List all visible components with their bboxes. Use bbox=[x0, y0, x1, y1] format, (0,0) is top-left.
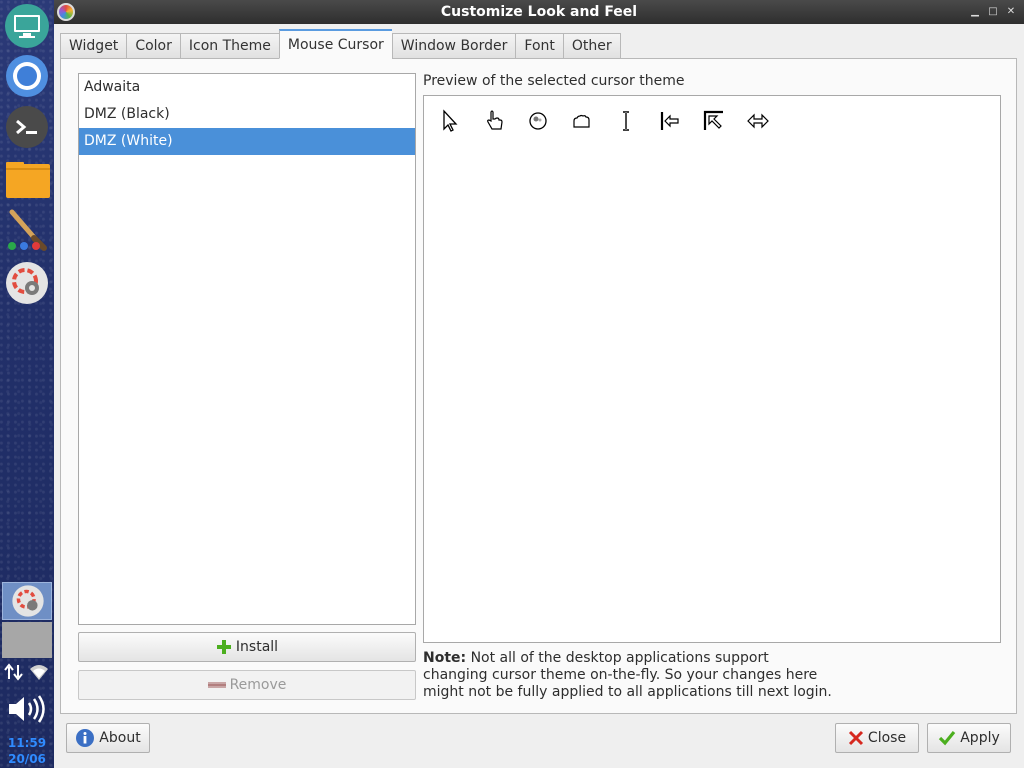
cursor-theme-list[interactable]: Adwaita DMZ (Black) DMZ (White) bbox=[78, 73, 416, 625]
list-item[interactable]: DMZ (Black) bbox=[79, 101, 415, 128]
terminal-icon[interactable] bbox=[3, 103, 51, 151]
chromium-icon[interactable] bbox=[3, 52, 51, 100]
list-item-selected[interactable]: DMZ (White) bbox=[79, 128, 415, 155]
hand-cursor-icon bbox=[487, 110, 503, 130]
cursor-preview-row bbox=[438, 108, 770, 134]
window-controls: ▁ □ ✕ bbox=[968, 4, 1018, 20]
grab-cursor-icon bbox=[573, 114, 590, 128]
appearance-settings-icon[interactable] bbox=[3, 259, 51, 307]
close-window-icon[interactable]: ✕ bbox=[1004, 4, 1018, 20]
note-line-2: changing cursor theme on-the-fly. So you… bbox=[423, 667, 818, 683]
network-arrows-icon[interactable] bbox=[2, 658, 26, 686]
tab-bar: Widget Color Icon Theme Mouse Cursor Win… bbox=[60, 29, 621, 59]
list-item[interactable]: Adwaita bbox=[79, 74, 415, 101]
tab-color[interactable]: Color bbox=[126, 33, 180, 59]
apply-label: Apply bbox=[960, 730, 1000, 746]
about-label: About bbox=[99, 730, 141, 746]
note-line-1: Not all of the desktop applications supp… bbox=[466, 650, 769, 666]
close-label: Close bbox=[867, 730, 907, 746]
about-button[interactable]: About bbox=[66, 723, 150, 753]
app-icon[interactable] bbox=[57, 3, 75, 21]
watch-cursor-icon bbox=[529, 112, 547, 130]
wifi-icon[interactable] bbox=[26, 658, 52, 686]
note-bold: Note: bbox=[423, 650, 467, 666]
window-title: Customize Look and Feel bbox=[440, 4, 638, 20]
info-icon bbox=[76, 729, 95, 747]
dock-panel: 11:59 20/06 bbox=[0, 0, 54, 768]
desktop-icon[interactable] bbox=[3, 2, 51, 50]
tab-mouse-cursor[interactable]: Mouse Cursor bbox=[278, 29, 392, 59]
apply-button[interactable]: Apply bbox=[927, 723, 1011, 753]
text-cursor-icon bbox=[623, 111, 629, 131]
remove-label: Remove bbox=[229, 677, 287, 693]
arrow-cursor-icon bbox=[443, 109, 458, 132]
task-placeholder[interactable] bbox=[2, 622, 52, 658]
note-line-3: might not be fully applied to all applic… bbox=[423, 684, 832, 700]
note-text: Note: Not all of the desktop application… bbox=[423, 650, 843, 701]
cursor-preview bbox=[423, 95, 1001, 643]
clock-date[interactable]: 20/06 bbox=[0, 752, 54, 766]
install-label: Install bbox=[235, 639, 279, 655]
tab-font[interactable]: Font bbox=[515, 33, 563, 59]
volume-icon[interactable] bbox=[3, 690, 51, 728]
customize-window: Customize Look and Feel ▁ □ ✕ Widget Col… bbox=[54, 0, 1024, 768]
tab-other[interactable]: Other bbox=[562, 33, 621, 59]
left-side-cursor-icon bbox=[660, 112, 679, 130]
close-x-icon bbox=[848, 730, 863, 746]
title-bar[interactable]: Customize Look and Feel ▁ □ ✕ bbox=[54, 0, 1024, 24]
tab-content: Adwaita DMZ (Black) DMZ (White) Install … bbox=[60, 58, 1017, 714]
remove-button[interactable]: Remove bbox=[78, 670, 416, 700]
minimize-icon[interactable]: ▁ bbox=[968, 4, 982, 20]
plus-icon bbox=[216, 640, 231, 654]
maximize-icon[interactable]: □ bbox=[986, 4, 1000, 20]
clock-time[interactable]: 11:59 bbox=[0, 736, 54, 750]
tab-window-border[interactable]: Window Border bbox=[391, 33, 516, 59]
preview-label: Preview of the selected cursor theme bbox=[423, 73, 685, 89]
minus-icon bbox=[207, 682, 226, 688]
top-left-corner-cursor-icon bbox=[703, 110, 723, 130]
h-resize-cursor-icon bbox=[747, 113, 769, 129]
close-button[interactable]: Close bbox=[835, 723, 919, 753]
paint-brush-icon[interactable] bbox=[3, 205, 51, 253]
appearance-task-icon[interactable] bbox=[4, 577, 52, 625]
install-button[interactable]: Install bbox=[78, 632, 416, 662]
tab-icon-theme[interactable]: Icon Theme bbox=[179, 33, 279, 59]
tab-widget[interactable]: Widget bbox=[60, 33, 127, 59]
folder-icon[interactable] bbox=[3, 155, 51, 203]
checkmark-icon bbox=[939, 730, 956, 746]
